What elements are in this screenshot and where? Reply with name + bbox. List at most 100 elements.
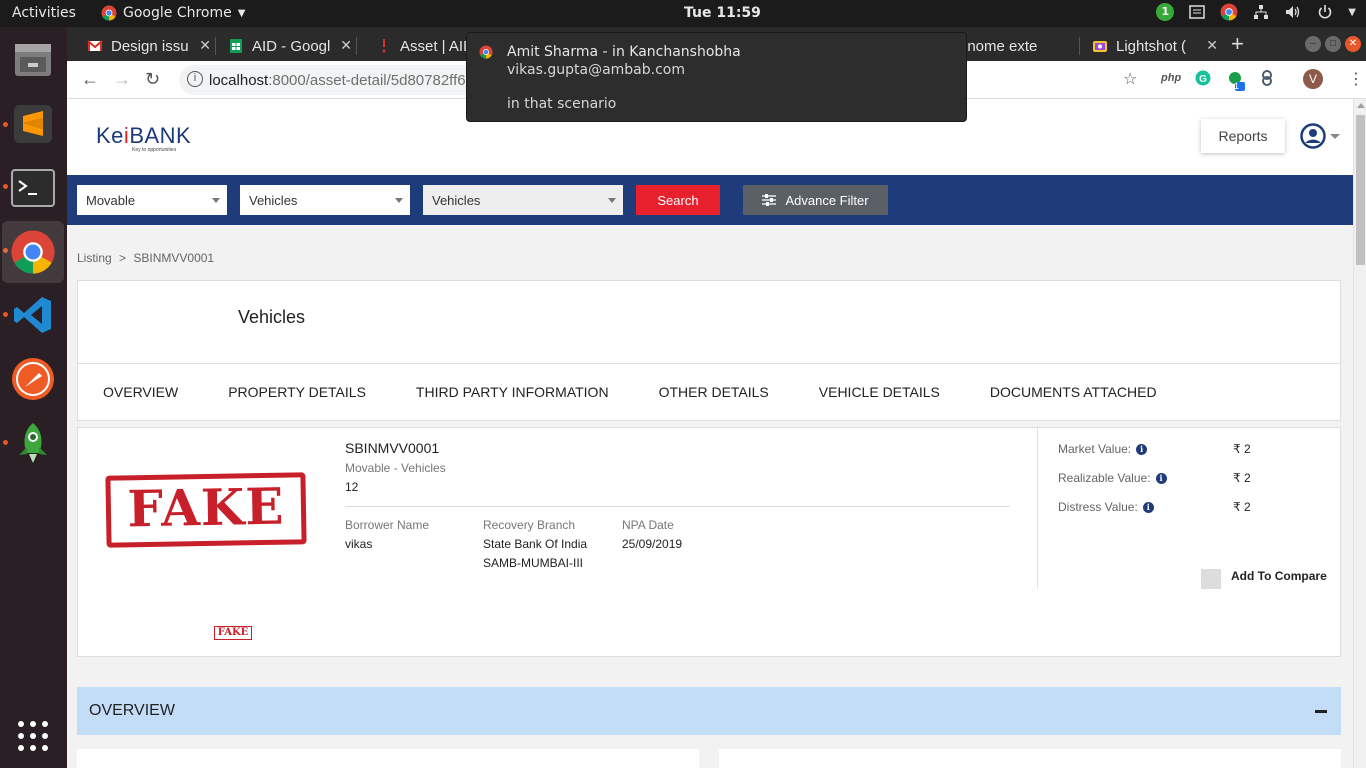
npa-date: 25/09/2019 [622, 537, 683, 551]
overview-accordion-header[interactable]: OVERVIEW [77, 687, 1341, 735]
market-value-row: Market Value: i [1058, 442, 1148, 456]
borrower-label: Borrower Name [345, 518, 430, 532]
tab-label: AID - Googl [252, 37, 331, 55]
category-select[interactable]: Movable [77, 185, 227, 215]
chrome-menu-icon[interactable]: ⋮ [1348, 69, 1364, 89]
network-icon[interactable] [1252, 3, 1270, 21]
rocket-app-icon[interactable] [8, 418, 58, 468]
borrower-value: vikas [345, 537, 373, 551]
asset-main-image[interactable]: FAKE [105, 472, 307, 548]
vscode-icon[interactable] [8, 290, 58, 340]
asset-title-card: Vehicles OVERVIEW PROPERTY DETAILS THIRD… [77, 280, 1341, 421]
close-icon[interactable]: ✕ [340, 37, 352, 54]
svg-text:G: G [1199, 74, 1207, 85]
clipboard-icon[interactable] [1188, 3, 1206, 21]
close-icon[interactable]: ✕ [1206, 37, 1218, 54]
add-to-compare-label[interactable]: Add To Compare [1231, 569, 1327, 583]
profile-avatar[interactable]: V [1303, 69, 1323, 89]
clock[interactable]: Tue 11:59 [684, 5, 761, 21]
info-icon[interactable]: i [1142, 501, 1154, 513]
kei-bank-logo[interactable]: KeiBANK Key to opportunities [96, 123, 191, 153]
sliders-icon [762, 194, 777, 206]
tab-aid-google-sheets[interactable]: AID - Googl ✕ [208, 31, 356, 61]
tab-label: Design issu [111, 37, 189, 55]
section-tabs: OVERVIEW PROPERTY DETAILS THIRD PARTY IN… [103, 384, 1157, 400]
collapse-icon[interactable] [1315, 710, 1327, 713]
distress-value-label: Distress Value: [1058, 500, 1138, 514]
tab-design-issue[interactable]: Design issu ✕ [67, 31, 215, 61]
terminal-icon[interactable] [8, 163, 58, 213]
page-scrollbar[interactable] [1353, 99, 1366, 768]
volume-icon[interactable] [1284, 3, 1302, 21]
breadcrumb-listing[interactable]: Listing [77, 251, 112, 265]
branch-name: State Bank Of India [483, 537, 588, 551]
chrome-tray-icon[interactable] [1220, 3, 1238, 21]
show-applications-icon[interactable] [8, 711, 58, 761]
extension-badge-count: 1 [1234, 81, 1240, 91]
chevron-down-icon[interactable]: ▼ [1348, 7, 1356, 18]
gmail-icon [87, 40, 103, 51]
chevron-down-icon: ▼ [237, 7, 246, 19]
search-button[interactable]: Search [636, 185, 720, 215]
breadcrumb: Listing > SBINMVV0001 [77, 251, 214, 265]
sublime-text-icon[interactable] [8, 99, 58, 149]
scroll-up-icon[interactable] [1357, 103, 1365, 108]
chevron-down-icon [212, 198, 220, 203]
tab-third-party-information[interactable]: THIRD PARTY INFORMATION [416, 384, 609, 400]
divider [345, 506, 1010, 507]
tab-lightshot[interactable]: Lightshot ( ✕ [1072, 31, 1222, 61]
php-extension-icon[interactable]: php [1161, 72, 1181, 84]
chrome-dock-icon[interactable] [2, 221, 64, 283]
activities-button[interactable]: Activities [12, 5, 76, 21]
info-icon[interactable]: i [1136, 443, 1148, 455]
close-window-button[interactable]: ✕ [1345, 36, 1361, 52]
notification-subtitle: vikas.gupta@ambab.com [507, 62, 685, 78]
tab-asset-aid[interactable]: Asset | AID [356, 31, 476, 61]
power-icon[interactable] [1316, 3, 1334, 21]
url-host: localhost [209, 71, 269, 89]
app-name: Google Chrome [123, 5, 232, 21]
advance-filter-button[interactable]: Advance Filter [743, 185, 888, 215]
user-account-icon[interactable] [1300, 123, 1326, 149]
asset-type: Movable - Vehicles [345, 461, 446, 475]
update-badge-icon[interactable]: 1 [1156, 3, 1175, 21]
maximize-button[interactable]: □ [1325, 36, 1341, 52]
tab-overview[interactable]: OVERVIEW [103, 384, 178, 400]
info-icon[interactable]: i [1155, 472, 1167, 484]
reload-icon[interactable]: ↻ [145, 69, 160, 90]
tab-vehicle-details[interactable]: VEHICLE DETAILS [819, 384, 940, 400]
postman-icon[interactable] [8, 354, 58, 404]
realizable-value-amount: ₹ 2 [1233, 471, 1251, 485]
forward-icon[interactable]: → [113, 69, 131, 90]
site-info-icon[interactable]: i [187, 71, 203, 87]
bookmark-star-icon[interactable]: ☆ [1123, 69, 1137, 89]
realizable-value-row: Realizable Value: i [1058, 471, 1167, 485]
page-title: Vehicles [238, 307, 306, 327]
files-icon[interactable] [8, 35, 58, 85]
notification-popup[interactable]: Amit Sharma - in Kanchanshobha vikas.gup… [466, 32, 967, 122]
npa-info: NPA Date 25/09/2019 [622, 516, 682, 554]
reports-button[interactable]: Reports [1201, 119, 1285, 153]
scrollbar-thumb[interactable] [1356, 115, 1365, 265]
tab-label: Lightshot ( [1116, 37, 1187, 55]
overview-label: OVERVIEW [89, 702, 175, 719]
tab-label: Asset | AID [400, 37, 474, 55]
type-select[interactable]: Vehicles [423, 185, 623, 215]
web-page: KeiBANK Key to opportunities Reports Mov… [67, 99, 1353, 768]
app-menu[interactable]: Google Chrome ▼ [101, 5, 245, 21]
new-tab-button[interactable]: + [1231, 31, 1244, 57]
tab-other-details[interactable]: OTHER DETAILS [659, 384, 769, 400]
tab-documents-attached[interactable]: DOCUMENTS ATTACHED [990, 384, 1157, 400]
grammarly-icon[interactable]: G [1195, 70, 1211, 89]
extension-icon[interactable] [1259, 70, 1275, 89]
asset-thumbnail[interactable]: FAKE [214, 626, 252, 640]
chevron-down-icon[interactable] [1330, 134, 1340, 139]
notification-body: in that scenario [507, 96, 617, 112]
asset-number: 12 [345, 480, 359, 494]
tab-property-details[interactable]: PROPERTY DETAILS [228, 384, 366, 400]
back-icon[interactable]: ← [81, 69, 99, 90]
minimize-button[interactable]: – [1305, 36, 1321, 52]
subcategory-select[interactable]: Vehicles [240, 185, 410, 215]
branch-info: Recovery Branch State Bank Of India SAMB… [483, 516, 587, 573]
add-to-compare-checkbox[interactable] [1201, 569, 1221, 589]
